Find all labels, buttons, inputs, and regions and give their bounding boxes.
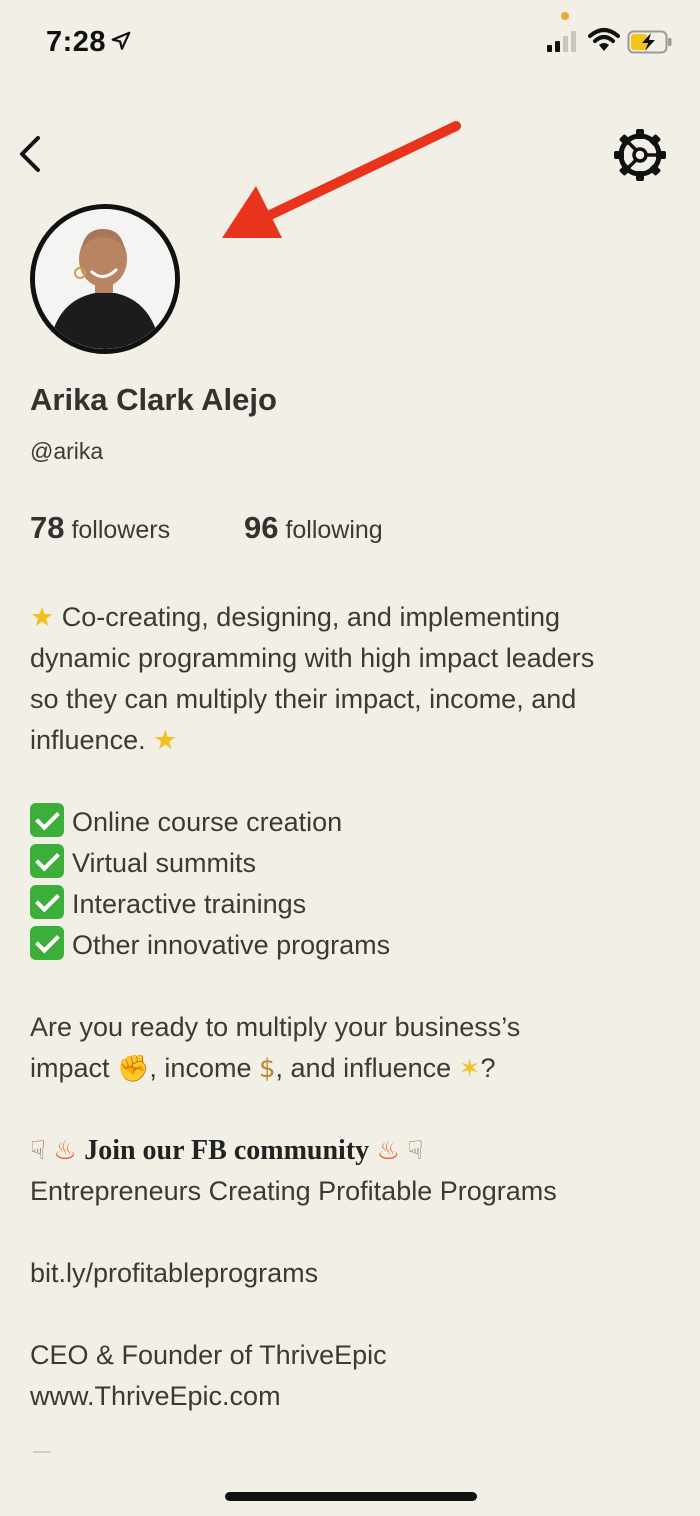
checkmark-icon (30, 885, 64, 919)
pointing-down-icon: ☟ (30, 1136, 46, 1166)
status-time: 7:28 (46, 26, 107, 58)
profile-name: Arika Clark Alejo (30, 382, 277, 417)
bio-intro-line: influence. (30, 725, 146, 755)
profile-photo (35, 209, 175, 349)
star-icon: ★ (153, 725, 178, 756)
bio-role: CEO & Founder of ThriveEpic (30, 1340, 387, 1370)
back-button[interactable] (12, 130, 52, 178)
bio-intro-line: Co-creating, designing, and implementing (61, 602, 561, 632)
annotation-arrow (222, 121, 461, 238)
checklist-item: Other innovative programs (72, 930, 391, 960)
followers-label: followers (71, 516, 171, 544)
status-bar: 7:28 (0, 0, 700, 90)
profile-handle: @arika (30, 438, 104, 464)
money-bag-icon: $ (258, 1054, 276, 1084)
checkmark-icon (30, 844, 64, 878)
bio-link[interactable]: bit.ly/profitableprograms (30, 1253, 680, 1294)
following-count: 96 (244, 510, 279, 545)
followers-count: 78 (30, 510, 65, 545)
fire-icon: ♨ (53, 1136, 77, 1166)
location-arrow-icon (111, 31, 131, 50)
bio-website[interactable]: www.ThriveEpic.com (30, 1376, 680, 1417)
bio-intro-line: dynamic programming with high impact lea… (30, 643, 595, 673)
signal-icon (547, 31, 576, 52)
profile-bio: ★ Co-creating, designing, and implementi… (30, 597, 680, 1417)
bio-question-influence: , and influence (275, 1053, 452, 1083)
checklist-item: Interactive trainings (72, 889, 307, 919)
fb-community-heading: Join our FB community (84, 1135, 370, 1166)
gear-icon[interactable] (612, 127, 668, 183)
fire-icon: ♨ (376, 1136, 400, 1166)
bio-question-end: ? (480, 1053, 496, 1083)
avatar[interactable] (30, 204, 180, 354)
bio-question-income: , income (149, 1053, 252, 1083)
checklist-item: Online course creation (72, 807, 343, 837)
privacy-indicator-dot (561, 12, 569, 20)
home-indicator[interactable] (225, 1492, 477, 1501)
divider (33, 1451, 51, 1453)
battery-charging-icon (627, 30, 672, 54)
bio-question-impact: impact (30, 1053, 110, 1083)
pointing-down-icon: ☟ (407, 1136, 424, 1166)
bio-intro-line: so they can multiply their impact, incom… (30, 684, 577, 714)
wifi-icon (588, 28, 620, 51)
followers-link[interactable]: 78 followers (30, 510, 170, 546)
following-link[interactable]: 96 following (244, 510, 383, 546)
following-label: following (285, 516, 383, 544)
glowing-star-icon: ✶ (458, 1054, 481, 1084)
fb-group-name: Entrepreneurs Creating Profitable Progra… (30, 1176, 557, 1206)
star-icon: ★ (30, 602, 55, 633)
checkmark-icon (30, 926, 64, 960)
bio-question-line: Are you ready to multiply your business’… (30, 1012, 521, 1042)
fist-bump-icon: ✊ (117, 1054, 150, 1084)
checklist-item: Virtual summits (72, 848, 257, 878)
checkmark-icon (30, 803, 64, 837)
